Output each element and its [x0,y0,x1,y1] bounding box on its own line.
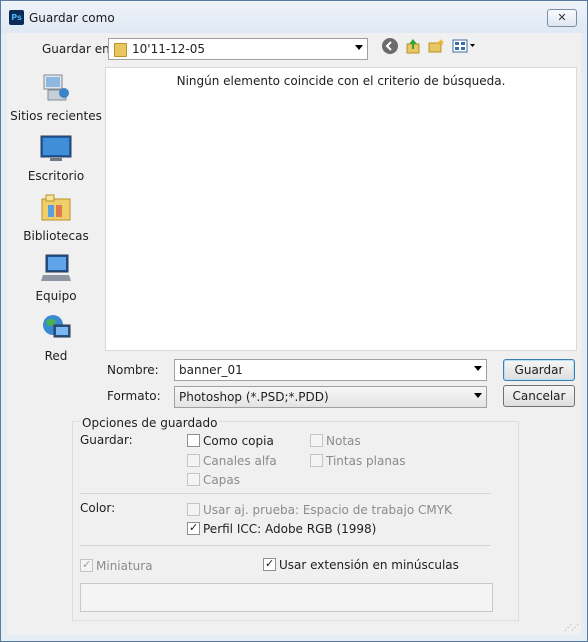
save-in-label: Guardar en: [42,42,114,56]
thumbnail-label: Miniatura [96,559,153,573]
as-copy-label[interactable]: Como copia [203,434,274,448]
dialog-body: Guardar en: 10'11-12-05 Sitios recientes [7,33,581,635]
chevron-down-icon [474,393,482,398]
save-button[interactable]: Guardar [503,359,575,381]
check-mark-icon: ✓ [265,557,275,570]
alpha-channels-label: Canales alfa [203,454,277,468]
filename-label: Nombre: [107,363,159,377]
back-icon[interactable] [381,37,399,55]
check-mark-icon: ✓ [189,521,199,534]
chevron-down-icon [355,45,363,50]
title-bar[interactable]: Ps Guardar como ✕ [1,1,587,33]
alpha-channels-checkbox[interactable] [187,454,200,467]
layers-label: Capas [203,473,240,487]
place-label: Bibliotecas [23,229,89,243]
as-copy-checkbox[interactable] [187,434,200,447]
place-label: Red [44,349,68,363]
thumbnail-checkbox[interactable]: ✓ [80,558,93,572]
section-divider [80,493,491,494]
resize-grip-icon[interactable]: ⋰⋰ [564,623,579,632]
place-label: Sitios recientes [10,109,102,123]
desktop-icon [40,135,72,161]
save-in-value: 10'11-12-05 [132,42,206,56]
photoshop-app-icon: Ps [9,10,24,25]
icc-profile-label[interactable]: Perfil ICC: Adobe RGB (1998) [203,522,376,536]
format-label: Formato: [107,389,161,403]
section-divider [80,545,491,546]
empty-message: Ningún elemento coincide con el criterio… [176,74,506,88]
notes-checkbox[interactable] [310,434,323,447]
icc-profile-checkbox[interactable]: ✓ [187,521,200,535]
spot-colors-checkbox[interactable] [310,454,323,467]
save-as-dialog: Ps Guardar como ✕ Guardar en: 10'11-12-0… [0,0,588,642]
check-mark-icon: ✓ [82,558,92,571]
view-menu-icon[interactable] [451,37,477,55]
file-list[interactable]: Ningún elemento coincide con el criterio… [105,67,577,351]
description-box [80,583,493,612]
new-folder-icon[interactable] [427,37,445,55]
place-computer[interactable]: Equipo [7,253,105,303]
place-libraries[interactable]: Bibliotecas [7,193,105,243]
recent-places-icon [43,74,69,101]
lowercase-extension-label[interactable]: Usar extensión en minúsculas [279,558,459,572]
filename-field[interactable]: banner_01 [174,359,487,381]
layers-checkbox[interactable] [187,473,200,486]
network-icon [43,315,71,338]
save-in-dropdown[interactable]: 10'11-12-05 [108,38,368,60]
spot-colors-label: Tintas planas [326,454,406,468]
format-dropdown[interactable]: Photoshop (*.PSD;*.PDD) [174,386,487,408]
places-bar: Sitios recientes Escritorio Bibliotecas … [7,67,105,397]
close-icon: ✕ [557,11,567,24]
save-section-label: Guardar: [80,433,133,447]
lowercase-extension-checkbox[interactable]: ✓ [263,557,276,571]
filename-value: banner_01 [179,363,243,377]
dialog-title: Guardar como [29,11,115,25]
notes-label: Notas [326,434,361,448]
computer-icon [41,254,71,281]
up-folder-icon[interactable] [404,37,422,55]
folder-icon [114,43,127,57]
chevron-down-icon [474,366,482,371]
place-label: Escritorio [27,169,85,183]
place-network[interactable]: Red [7,313,105,363]
place-label: Equipo [35,289,77,303]
format-value: Photoshop (*.PSD;*.PDD) [179,390,329,404]
color-section-label: Color: [80,501,116,515]
proof-setup-label: Usar aj. prueba: Espacio de trabajo CMYK [203,503,452,517]
proof-setup-checkbox[interactable] [187,503,200,516]
close-button[interactable]: ✕ [547,9,577,27]
place-desktop[interactable]: Escritorio [7,133,105,183]
cancel-button[interactable]: Cancelar [503,385,575,407]
place-recent[interactable]: Sitios recientes [7,73,105,123]
save-options-title: Opciones de guardado [80,416,220,430]
libraries-icon [41,194,71,221]
